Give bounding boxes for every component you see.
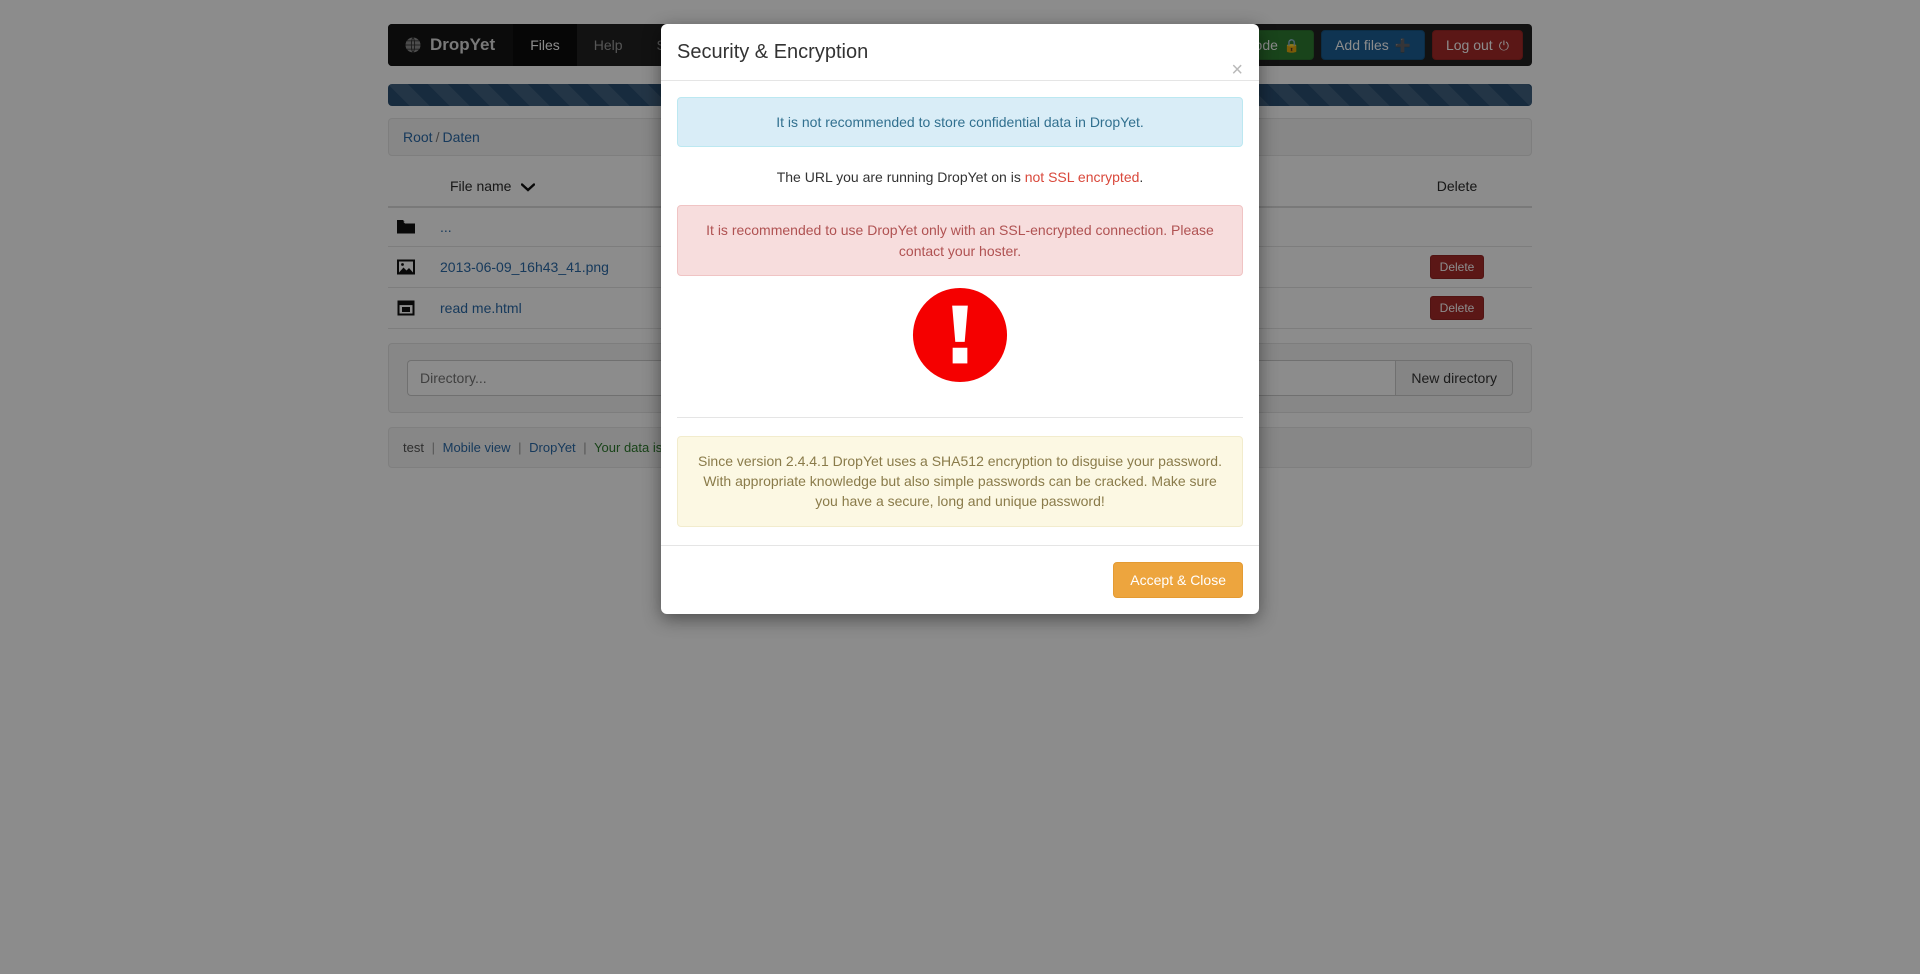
accept-and-close-button[interactable]: Accept & Close	[1113, 561, 1243, 598]
close-icon[interactable]: ×	[1231, 60, 1243, 80]
security-encryption-modal: Security & Encryption × It is not recomm…	[661, 24, 1259, 614]
warning-icon-wrapper	[677, 276, 1243, 417]
danger-alert: It is recommended to use DropYet only wi…	[677, 205, 1243, 276]
page-title: Security & Encryption	[677, 41, 869, 63]
status-badge: not SSL encrypted	[1024, 169, 1140, 186]
ssl-status-suffix: .	[1139, 169, 1144, 186]
modal-footer: Accept & Close	[661, 544, 1259, 614]
modal-header: Security & Encryption ×	[661, 24, 1259, 81]
modal-divider	[677, 416, 1243, 418]
note-alert: Since version 2.4.4.1 DropYet uses a SHA…	[677, 435, 1243, 527]
info-alert: It is not recommended to store confident…	[677, 97, 1243, 148]
exclamation-circle-icon	[911, 287, 1009, 388]
ssl-status-line: The URL you are running DropYet on is no…	[677, 169, 1243, 185]
modal-body: It is not recommended to store confident…	[661, 81, 1259, 527]
ssl-status-prefix: The URL you are running DropYet on is	[776, 169, 1025, 186]
